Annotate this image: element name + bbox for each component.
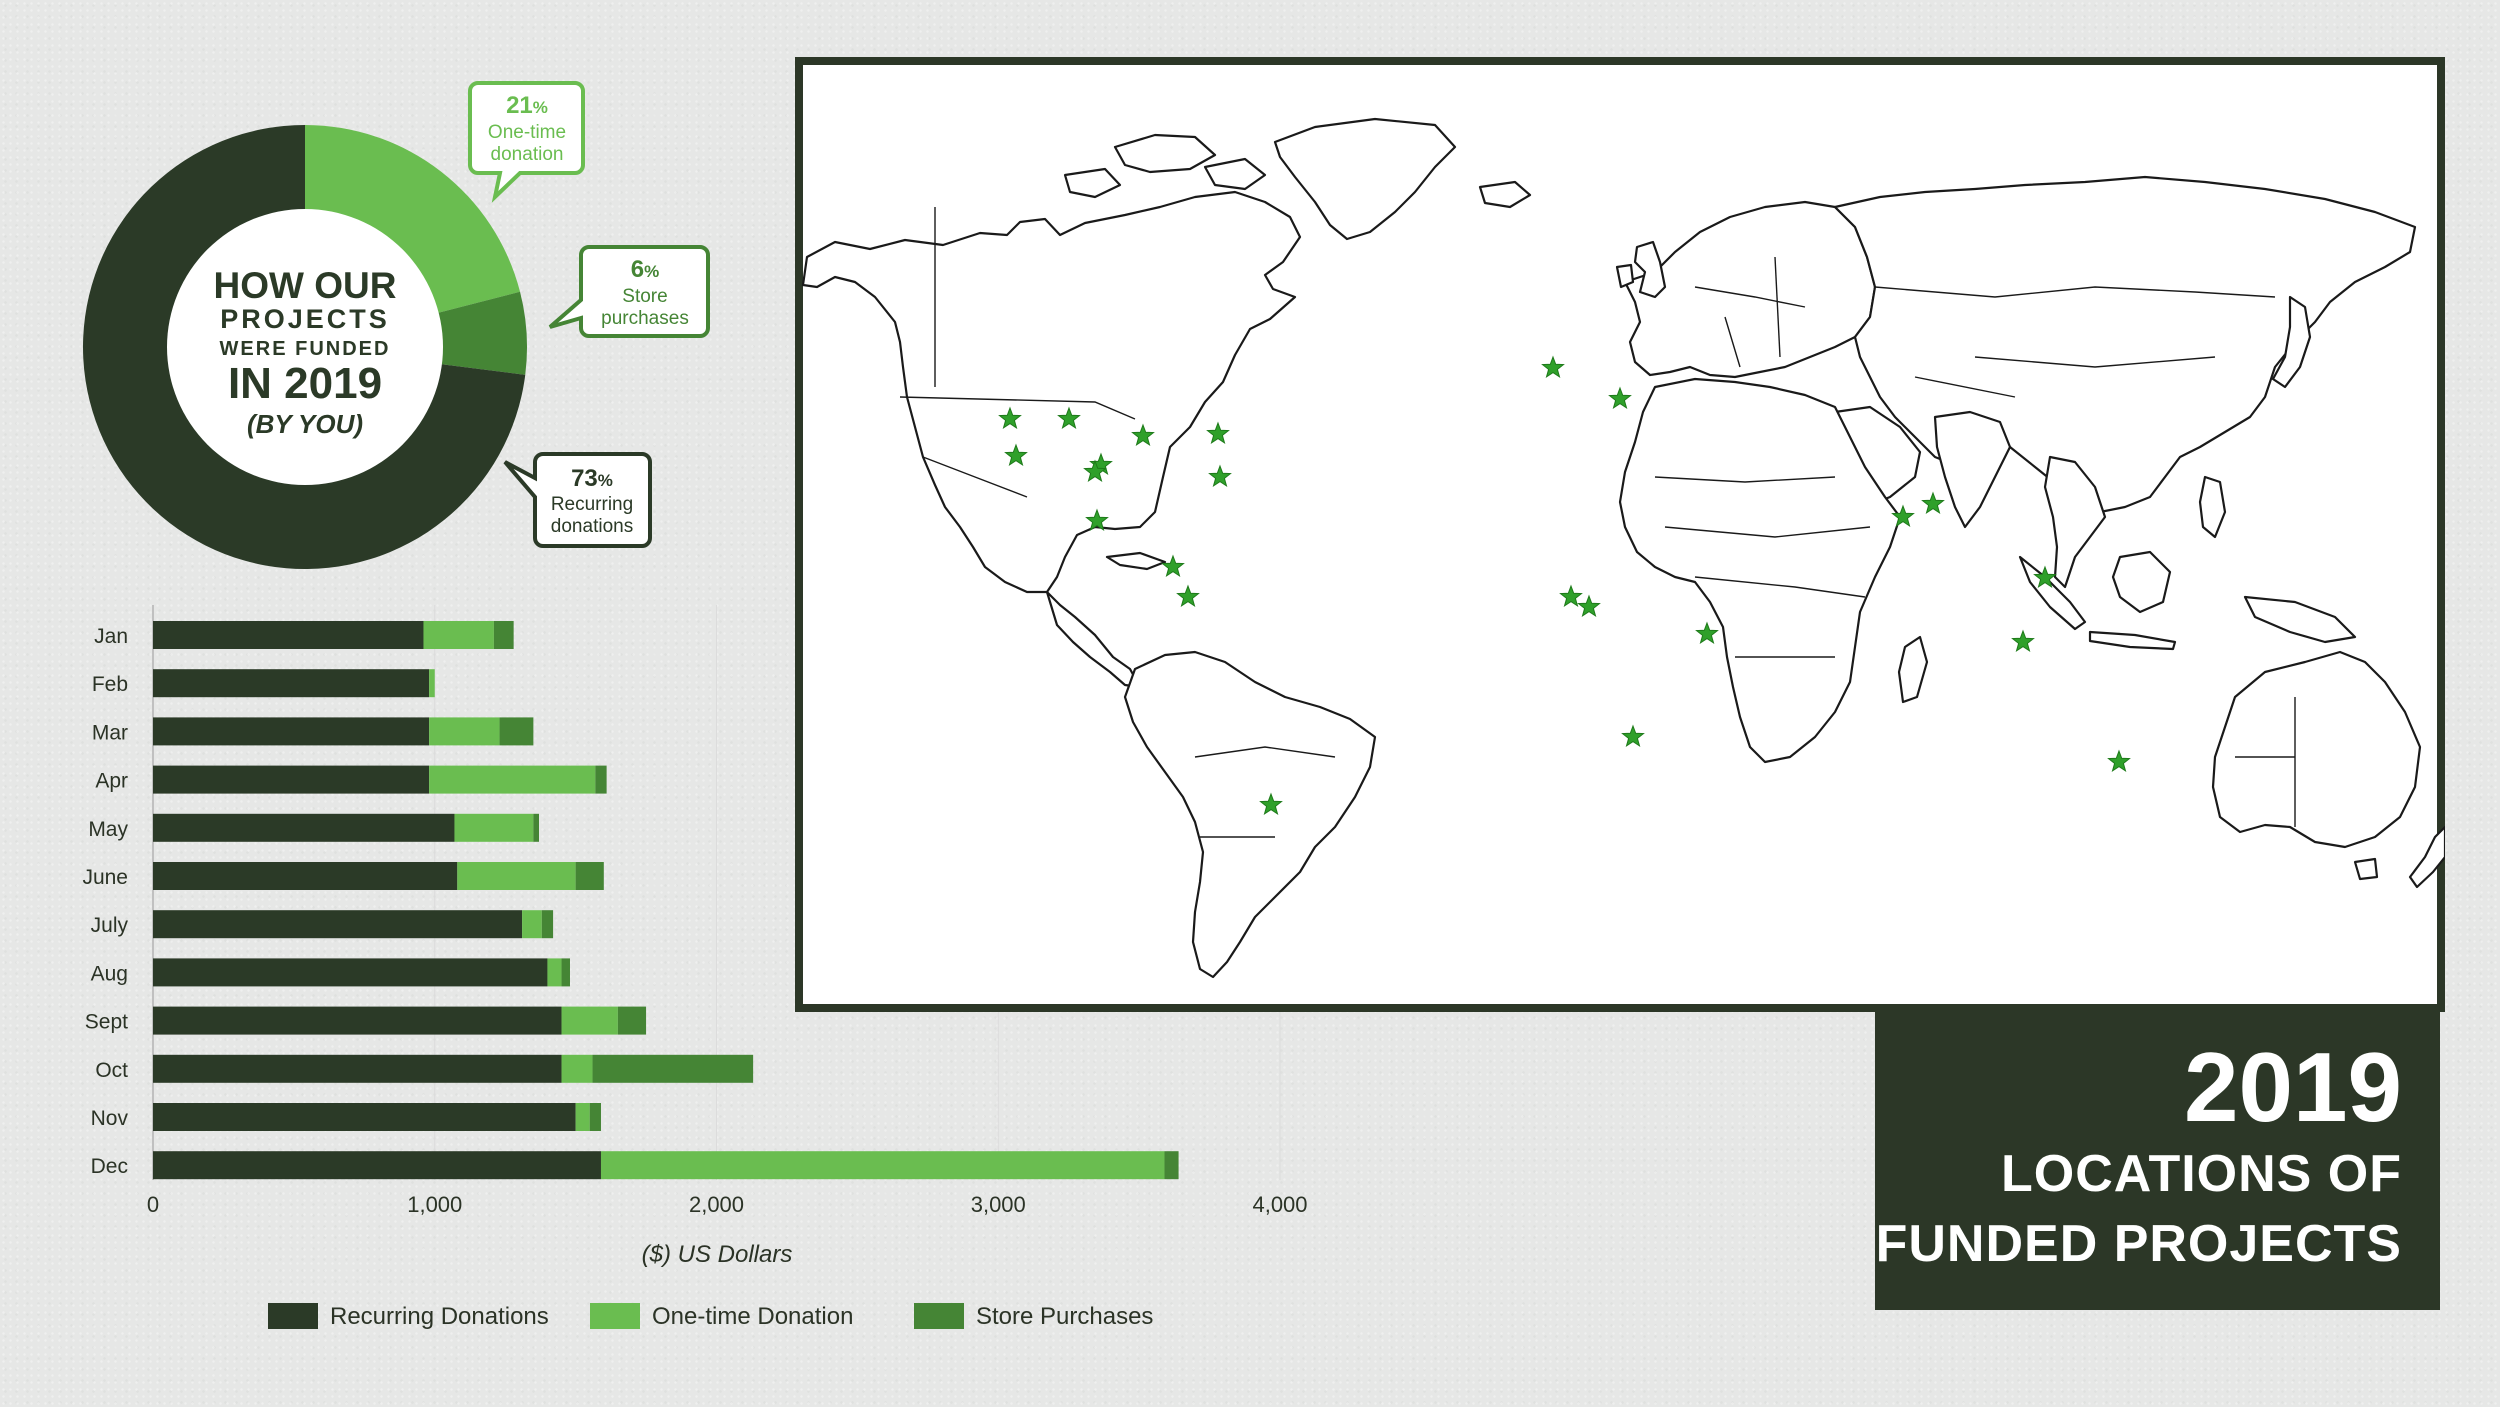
legend-label: One-time Donation: [652, 1303, 853, 1330]
title-block: 2019 LOCATIONS OF FUNDED PROJECTS: [1875, 1012, 2440, 1310]
callout-one-time-pct-sign: %: [533, 98, 548, 117]
bar-category-label: May: [88, 818, 128, 841]
bar-category-label: Nov: [91, 1107, 129, 1130]
callout-one-time-pct: 21: [506, 92, 533, 119]
bar-category-label: July: [91, 914, 129, 937]
bar-x-tick-label: 3,000: [971, 1192, 1026, 1217]
callout-recurring-pct: 73: [571, 465, 598, 492]
bar-segment-one-time-donation: [429, 669, 435, 698]
bar-segment-recurring-donations: [153, 910, 523, 939]
bar-segment-one-time-donation: [429, 717, 500, 746]
callout-one-time-line-2: donation: [491, 144, 564, 165]
bar-segment-one-time-donation: [600, 1151, 1165, 1180]
donut-title-line-4: IN 2019: [228, 359, 382, 408]
bar-segment-store-purchases: [499, 717, 534, 746]
bar-segment-recurring-donations: [153, 621, 424, 649]
funding-donut-chart: HOW OUR PROJECTS WERE FUNDED IN 2019 (BY…: [83, 81, 710, 569]
title-line-1: LOCATIONS OF: [2000, 1145, 2402, 1203]
bar-x-axis-label: ($) US Dollars: [642, 1241, 793, 1268]
bar-x-tick-label: 1,000: [407, 1192, 462, 1217]
title-line-2: FUNDED PROJECTS: [1875, 1215, 2402, 1273]
bar-category-label: Oct: [95, 1059, 128, 1082]
bar-segment-store-purchases: [541, 910, 554, 939]
legend-item: Recurring Donations: [268, 1303, 549, 1330]
ireland-landmass: [1615, 263, 1635, 289]
bar-segment-store-purchases: [617, 1006, 647, 1035]
legend-swatch: [268, 1303, 318, 1329]
callout-store-pct-sign: %: [644, 262, 659, 281]
bar-x-ticks: 0 1,000 2,000 3,000 4,000: [147, 1192, 1308, 1217]
callout-recurring-pct-sign: %: [598, 471, 613, 490]
bar-category-label: Feb: [92, 673, 128, 696]
bar-segment-store-purchases: [533, 813, 539, 842]
tasmania-landmass: [2353, 857, 2379, 881]
bar-segment-recurring-donations: [153, 1006, 562, 1035]
legend-item: Store Purchases: [914, 1303, 1153, 1330]
legend-swatch: [590, 1303, 640, 1329]
bar-category-label: Dec: [91, 1155, 128, 1178]
callout-recurring-line-1: Recurring: [551, 494, 633, 515]
bar-category-label: June: [82, 866, 128, 889]
bar-legend: Recurring Donations One-time Donation Stor…: [268, 1303, 1153, 1330]
bar-segment-store-purchases: [1164, 1151, 1179, 1180]
donut-title-line-5: (BY YOU): [247, 409, 363, 439]
bar-category-label: Apr: [95, 770, 128, 793]
bar-segment-one-time-donation: [457, 862, 576, 890]
bar-segment-one-time-donation: [547, 958, 562, 987]
callout-store-line-1: Store: [622, 286, 667, 307]
world-map: [795, 57, 2445, 1012]
bar-category-label: Jan: [94, 625, 128, 648]
bar-category-label: Mar: [92, 721, 128, 744]
bar-segment-one-time-donation: [575, 1103, 590, 1131]
bar-segment-recurring-donations: [153, 958, 548, 987]
bar-segment-recurring-donations: [153, 1151, 601, 1180]
bar-segment-one-time-donation: [522, 910, 542, 939]
callout-store: 6% Store purchases: [548, 245, 710, 338]
bar-segment-store-purchases: [561, 958, 570, 987]
bar-segment-recurring-donations: [153, 765, 430, 794]
legend-item: One-time Donation: [590, 1303, 853, 1330]
bar-segment-one-time-donation: [454, 813, 534, 842]
bar-segment-one-time-donation: [561, 1054, 593, 1083]
bar-segment-store-purchases: [592, 1054, 754, 1083]
bar-segment-recurring-donations: [153, 669, 430, 698]
callout-recurring-line-2: donations: [551, 516, 633, 537]
bar-segment-one-time-donation: [423, 621, 494, 649]
bar-segment-recurring-donations: [153, 1054, 562, 1083]
bar-segment-recurring-donations: [153, 862, 458, 890]
donut-title-line-1: HOW OUR: [214, 265, 397, 306]
bar-category-label: Aug: [91, 962, 128, 985]
bar-segment-store-purchases: [575, 862, 604, 890]
callout-one-time: 21% One-time donation: [468, 81, 585, 203]
bar-x-tick-label: 0: [147, 1192, 159, 1217]
bar-segment-one-time-donation: [429, 765, 596, 794]
donut-title-line-2: PROJECTS: [220, 304, 390, 334]
bar-segment-recurring-donations: [153, 717, 430, 746]
callout-one-time-line-1: One-time: [488, 122, 566, 143]
bar-segment-recurring-donations: [153, 813, 455, 842]
legend-label: Store Purchases: [976, 1303, 1153, 1330]
bar-segment-store-purchases: [595, 765, 607, 794]
legend-swatch: [914, 1303, 964, 1329]
bar-segment-store-purchases: [493, 621, 514, 649]
callout-store-line-2: purchases: [601, 308, 689, 329]
bar-x-tick-label: 2,000: [689, 1192, 744, 1217]
donut-title-line-3: WERE FUNDED: [220, 338, 391, 360]
bar-segment-store-purchases: [589, 1103, 601, 1131]
callout-recurring: 73% Recurring donations: [503, 452, 652, 548]
bar-segment-recurring-donations: [153, 1103, 576, 1131]
bar-segment-one-time-donation: [561, 1006, 618, 1035]
bar-x-tick-label: 4,000: [1252, 1192, 1307, 1217]
title-year: 2019: [2183, 1032, 2402, 1142]
legend-label: Recurring Donations: [330, 1303, 549, 1330]
callout-store-pct: 6: [631, 256, 644, 283]
bar-category-label: Sept: [85, 1011, 128, 1034]
